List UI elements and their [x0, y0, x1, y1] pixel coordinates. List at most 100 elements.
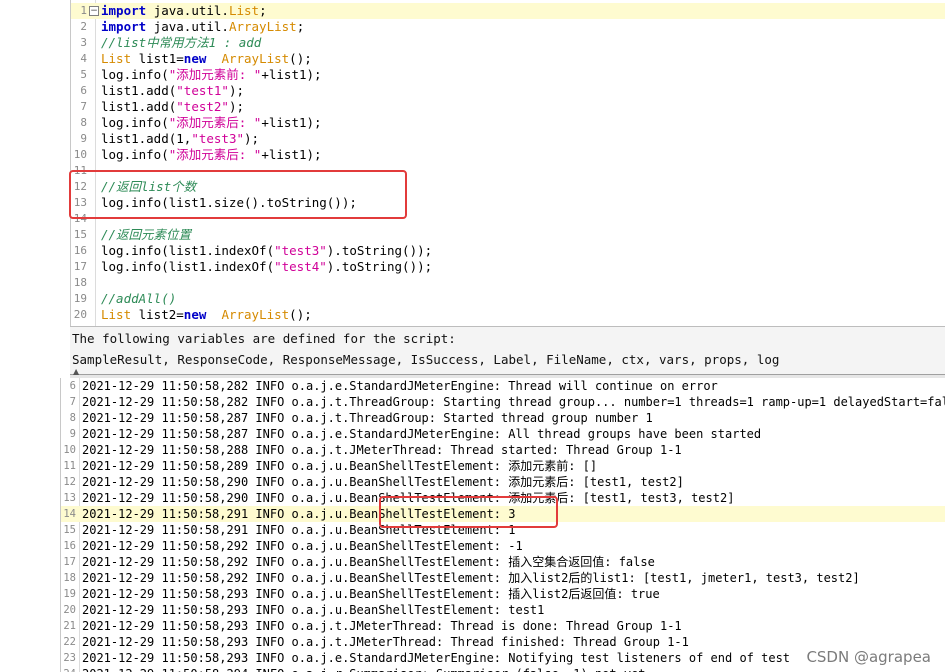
line-number: 17 [73, 260, 87, 273]
line-number: 18 [73, 276, 87, 289]
code-token: log.info(list1.indexOf( [101, 259, 275, 274]
editor-line[interactable]: 5 log.info("添加元素前: "+list1); [71, 67, 945, 83]
log-text: 2021-12-29 11:50:58,292 INFO o.a.j.u.Bea… [82, 571, 860, 585]
code-token: +list1); [261, 115, 322, 130]
code-token: log.info( [101, 67, 169, 82]
code-text: log.info("添加元素前: "+list1); [101, 67, 322, 83]
code-token: "test3" [191, 131, 244, 146]
log-line[interactable]: 21 2021-12-29 11:50:58,293 INFO o.a.j.t.J… [61, 618, 945, 634]
log-line[interactable]: 9 2021-12-29 11:50:58,287 INFO o.a.j.e.St… [61, 426, 945, 442]
log-line[interactable]: 7 2021-12-29 11:50:58,282 INFO o.a.j.t.Th… [61, 394, 945, 410]
code-text: //返回元素位置 [101, 227, 191, 243]
log-line-number: 6 [69, 380, 76, 392]
editor-line[interactable]: 3 //list中常用方法1 : add [71, 35, 945, 51]
code-token: log.info(list1.indexOf( [101, 243, 275, 258]
editor-line[interactable]: 1− import java.util.List; [71, 3, 945, 19]
code-token: java.util. [153, 19, 229, 34]
log-line-number: 21 [63, 620, 76, 632]
log-line[interactable]: 18 2021-12-29 11:50:58,292 INFO o.a.j.u.B… [61, 570, 945, 586]
line-number: 3 [80, 36, 87, 49]
code-token: +list1); [261, 67, 322, 82]
log-text: 2021-12-29 11:50:58,292 INFO o.a.j.u.Bea… [82, 539, 523, 553]
line-number: 10 [73, 148, 87, 161]
log-text: 2021-12-29 11:50:58,288 INFO o.a.j.t.JMe… [82, 443, 682, 457]
code-token: //返回元素位置 [101, 227, 192, 242]
editor-line[interactable]: 15 //返回元素位置 [71, 227, 945, 243]
code-token: ; [296, 19, 305, 34]
log-text: 2021-12-29 11:50:58,293 INFO o.a.j.e.Sta… [82, 651, 791, 665]
log-line[interactable]: 6 2021-12-29 11:50:58,282 INFO o.a.j.e.St… [61, 378, 945, 394]
log-line-number: 20 [63, 604, 76, 616]
log-line-number: 22 [63, 636, 76, 648]
log-line-number: 24 [61, 666, 76, 672]
code-token: //addAll() [101, 291, 177, 306]
code-text: log.info("添加元素后: "+list1); [101, 115, 322, 131]
info-line-2: SampleResult, ResponseCode, ResponseMess… [72, 352, 780, 367]
log-text: 2021-12-29 11:50:58,293 INFO o.a.j.u.Bea… [82, 603, 545, 617]
log-text: 2021-12-29 11:50:58,293 INFO o.a.j.t.JMe… [82, 619, 682, 633]
editor-line[interactable]: 2 import java.util.ArrayList; [71, 19, 945, 35]
script-variables-info: The following variables are defined for … [70, 326, 945, 375]
code-token: (); [289, 51, 312, 66]
line-number: 15 [73, 228, 87, 241]
log-line-number: 17 [63, 556, 76, 568]
code-token: "test3" [274, 243, 327, 258]
fold-toggle-icon[interactable]: − [89, 6, 99, 16]
log-line[interactable]: 17 2021-12-29 11:50:58,292 INFO o.a.j.u.B… [61, 554, 945, 570]
line-number: 8 [80, 116, 87, 129]
log-line[interactable]: 11 2021-12-29 11:50:58,289 INFO o.a.j.u.B… [61, 458, 945, 474]
editor-line[interactable]: 10 log.info("添加元素后: "+list1); [71, 147, 945, 163]
log-text: 2021-12-29 11:50:58,292 INFO o.a.j.u.Bea… [82, 555, 655, 569]
code-token: "添加元素前: " [168, 67, 262, 82]
script-editor[interactable]: 1− import java.util.List; 2 import java.uti… [70, 0, 945, 326]
log-line[interactable]: 16 2021-12-29 11:50:58,292 INFO o.a.j.u.B… [61, 538, 945, 554]
editor-line[interactable]: 20 List list2=new ArrayList(); [71, 307, 945, 323]
line-number: 6 [80, 84, 87, 97]
log-text: 2021-12-29 11:50:58,282 INFO o.a.j.e.Sta… [82, 379, 718, 393]
log-line[interactable]: 24 2021-12-29 11:50:58,294 INFO o.a.j.r.S… [61, 666, 945, 672]
editor-line[interactable]: 8 log.info("添加元素后: "+list1); [71, 115, 945, 131]
log-line[interactable]: 20 2021-12-29 11:50:58,293 INFO o.a.j.u.B… [61, 602, 945, 618]
editor-line[interactable]: 9 list1.add(1,"test3"); [71, 131, 945, 147]
log-line-number: 7 [69, 396, 76, 408]
line-number: 1 [80, 4, 87, 17]
log-text: 2021-12-29 11:50:58,293 INFO o.a.j.u.Bea… [82, 587, 660, 601]
editor-line[interactable]: 18 [71, 275, 945, 291]
code-text: //list中常用方法1 : add [101, 35, 261, 51]
code-token: "添加元素后: " [168, 115, 262, 130]
log-line[interactable]: 8 2021-12-29 11:50:58,287 INFO o.a.j.t.Th… [61, 410, 945, 426]
code-token: list1.add( [101, 83, 177, 98]
log-line-number: 16 [63, 540, 76, 552]
code-token: new [183, 51, 207, 66]
log-line[interactable]: 12 2021-12-29 11:50:58,290 INFO o.a.j.u.B… [61, 474, 945, 490]
code-token: ); [244, 131, 260, 146]
editor-line[interactable]: 7 list1.add("test2"); [71, 99, 945, 115]
code-text: log.info(list1.indexOf("test3").toString… [101, 243, 432, 259]
info-line-1: The following variables are defined for … [72, 331, 456, 346]
log-text: 2021-12-29 11:50:58,287 INFO o.a.j.t.Thr… [82, 411, 653, 425]
editor-line[interactable]: 4 List list1=new ArrayList(); [71, 51, 945, 67]
editor-line[interactable]: 19 //addAll() [71, 291, 945, 307]
log-line-number: 19 [63, 588, 76, 600]
log-line[interactable]: 19 2021-12-29 11:50:58,293 INFO o.a.j.u.B… [61, 586, 945, 602]
code-token: list1= [131, 51, 184, 66]
code-token: ArrayList [228, 19, 297, 34]
log-line-number: 18 [63, 572, 76, 584]
log-line[interactable]: 10 2021-12-29 11:50:58,288 INFO o.a.j.t.J… [61, 442, 945, 458]
log-line-number: 13 [63, 492, 76, 504]
code-token: java.util. [153, 3, 229, 18]
collapse-arrow-icon[interactable]: ▲ [73, 367, 79, 376]
log-text: 2021-12-29 11:50:58,282 INFO o.a.j.t.Thr… [82, 395, 945, 409]
editor-line[interactable]: 6 list1.add("test1"); [71, 83, 945, 99]
code-text: List list1=new ArrayList(); [101, 51, 312, 67]
editor-line[interactable]: 17 log.info(list1.indexOf("test4").toStri… [71, 259, 945, 275]
code-token: "添加元素后: " [168, 147, 262, 162]
editor-line[interactable]: 16 log.info(list1.indexOf("test3").toStri… [71, 243, 945, 259]
code-text: log.info(list1.indexOf("test4").toString… [101, 259, 432, 275]
line-number: 2 [80, 20, 87, 33]
line-number: 7 [80, 100, 87, 113]
log-line-number: 10 [63, 444, 76, 456]
code-token: +list1); [261, 147, 322, 162]
log-text: 2021-12-29 11:50:58,290 INFO o.a.j.u.Bea… [82, 475, 684, 489]
log-line-number: 8 [69, 412, 76, 424]
